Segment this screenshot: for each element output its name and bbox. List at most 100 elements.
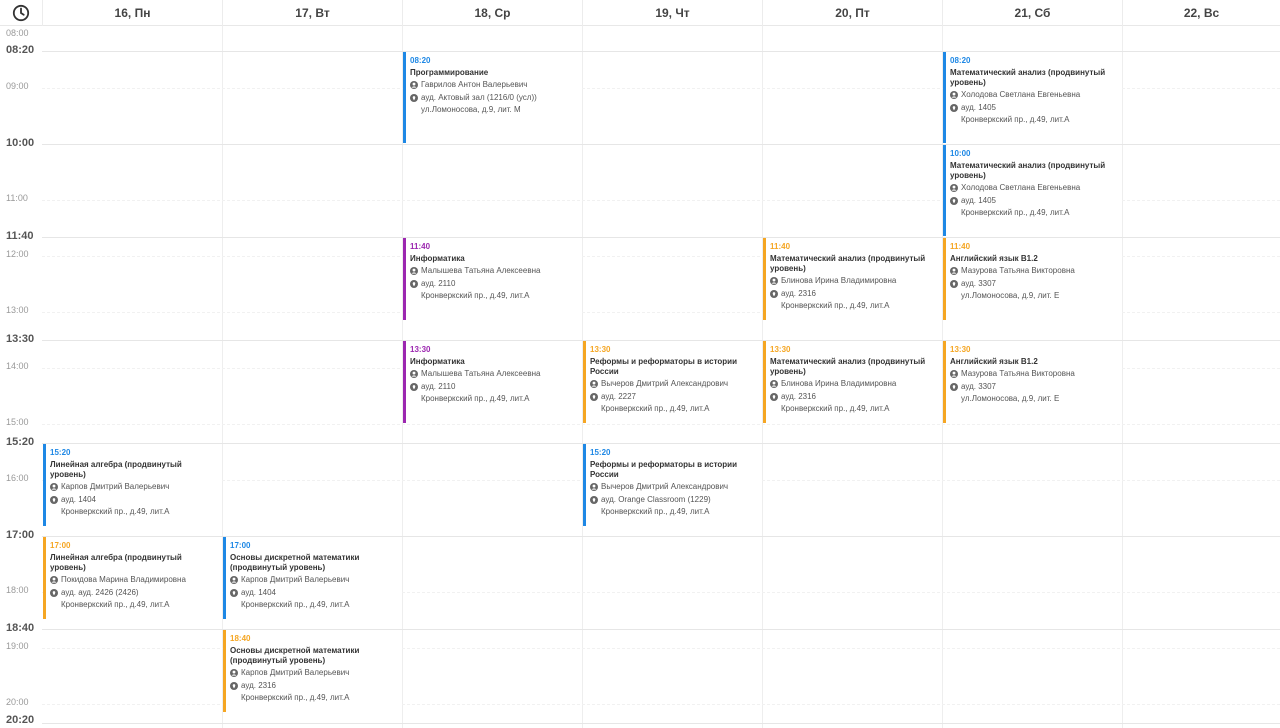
event-teacher: Вычеров Дмитрий Александрович [601, 482, 729, 491]
event-card[interactable]: 11:40 Информатика Малышева Татьяна Алексее… [403, 238, 580, 320]
event-time: 11:40 [770, 242, 791, 251]
event-room: ауд. 3307 [961, 382, 997, 391]
event-room: ауд. ауд. 2426 (2426) [61, 588, 139, 597]
day-header: 17, Вт [222, 0, 402, 26]
event-room-row: ауд. 2110 [410, 381, 576, 393]
event-title: Математический анализ (продвинутый урове… [950, 68, 1106, 87]
event-teacher-row: Мазурова Татьяна Викторовна [950, 368, 1116, 380]
event-title: Математический анализ (продвинутый урове… [950, 161, 1106, 180]
event-address: Кронверкский пр., д.49, лит.А [781, 404, 890, 413]
time-label: 13:30 [6, 333, 35, 345]
event-room: ауд. Актовый зал (1216/0 (усл)) [421, 93, 537, 102]
location-pin-icon [230, 589, 238, 597]
event-address: Кронверкский пр., д.49, лит.А [601, 404, 710, 413]
event-address: ул.Ломоносова, д.9, лит. Е [961, 394, 1060, 403]
event-room: ауд. 2227 [601, 392, 637, 401]
event-time: 17:00 [50, 541, 71, 550]
event-room: ауд. 2110 [421, 382, 456, 391]
event-room: ауд. 2316 [241, 681, 277, 690]
event-room: ауд. 3307 [961, 279, 997, 288]
time-label: 12:00 [6, 249, 29, 259]
person-icon [50, 483, 58, 491]
event-teacher-row: Блинова Ирина Владимировна [770, 378, 936, 390]
event-card[interactable]: 13:30 Информатика Малышева Татьяна Алексее… [403, 341, 580, 423]
event-time: 08:20 [410, 56, 431, 65]
event-card[interactable]: 18:40 Основы дискретной математики (продв… [223, 630, 400, 712]
event-time: 15:20 [590, 448, 611, 457]
event-time: 11:40 [410, 242, 431, 251]
event-title: Английский язык B1.2 [950, 357, 1038, 366]
event-teacher-row: Блинова Ирина Владимировна [770, 275, 936, 287]
person-icon [950, 91, 958, 99]
event-room-row: ауд. 1405 [950, 195, 1116, 207]
person-icon [950, 267, 958, 275]
time-label: 13:00 [6, 305, 29, 315]
event-card[interactable]: 13:30 Реформы и реформаторы в истории Рос… [583, 341, 760, 423]
event-address: Кронверкский пр., д.49, лит.А [421, 394, 530, 403]
event-teacher-row: Холодова Светлана Евгеньевна [950, 89, 1116, 101]
time-label: 19:00 [6, 641, 29, 651]
event-title: Линейная алгебра (продвинутый уровень) [50, 460, 182, 479]
week-calendar: 16, Пн 17, Вт 18, Ср 19, Чт 20, Пт 21, Сб 22, … [0, 0, 1280, 728]
time-label: 18:40 [6, 622, 35, 634]
time-label: 18:00 [6, 585, 29, 595]
event-card[interactable]: 10:00 Математический анализ (продвинутый … [943, 145, 1120, 236]
event-teacher-row: Вычеров Дмитрий Александрович [590, 378, 756, 390]
event-title: Математический анализ (продвинутый урове… [770, 357, 926, 376]
event-card[interactable]: 15:20 Линейная алгебра (продвинутый урове… [43, 444, 220, 526]
calendar-header: 16, Пн 17, Вт 18, Ср 19, Чт 20, Пт 21, Сб 22, … [0, 0, 1280, 26]
time-label: 15:20 [6, 436, 35, 448]
event-teacher-row: Вычеров Дмитрий Александрович [590, 481, 756, 493]
event-title: Информатика [410, 357, 465, 366]
person-icon [50, 576, 58, 584]
event-room-row: ауд. 2316 [770, 288, 936, 300]
event-teacher: Блинова Ирина Владимировна [781, 379, 897, 388]
event-time: 10:00 [950, 149, 971, 158]
event-card[interactable]: 13:30 Английский язык B1.2 Мазурова Татьян… [943, 341, 1120, 423]
event-card[interactable]: 11:40 Английский язык B1.2 Мазурова Татьян… [943, 238, 1120, 320]
event-card[interactable]: 13:30 Математический анализ (продвинутый … [763, 341, 940, 423]
event-address: Кронверкский пр., д.49, лит.А [961, 208, 1070, 217]
person-icon [590, 380, 598, 388]
event-room: ауд. 1404 [61, 495, 97, 504]
event-teacher-row: Покидова Марина Владимировна [50, 574, 216, 586]
event-teacher: Мазурова Татьяна Викторовна [961, 266, 1075, 275]
event-room: ауд. 1405 [961, 196, 997, 205]
day-header: 16, Пн [42, 0, 222, 26]
event-title: Линейная алгебра (продвинутый уровень) [50, 553, 182, 572]
event-teacher-row: Гаврилов Антон Валерьевич [410, 79, 576, 91]
event-card[interactable]: 08:20 Математический анализ (продвинутый … [943, 52, 1120, 143]
event-title: Математический анализ (продвинутый урове… [770, 254, 926, 273]
event-teacher-row: Карпов Дмитрий Валерьевич [230, 574, 396, 586]
person-icon [590, 483, 598, 491]
event-address: Кронверкский пр., д.49, лит.А [961, 115, 1070, 124]
event-time: 13:30 [770, 345, 791, 354]
person-icon [410, 370, 418, 378]
location-pin-icon [410, 383, 418, 391]
event-teacher: Блинова Ирина Владимировна [781, 276, 897, 285]
location-pin-icon [950, 104, 958, 112]
event-title: Реформы и реформаторы в истории России [590, 460, 737, 479]
event-room: ауд. 2316 [781, 289, 817, 298]
event-teacher-row: Мазурова Татьяна Викторовна [950, 265, 1116, 277]
event-time: 15:20 [50, 448, 71, 457]
event-title: Информатика [410, 254, 465, 263]
event-teacher: Карпов Дмитрий Валерьевич [241, 668, 350, 677]
time-label: 08:20 [6, 44, 35, 56]
event-address: Кронверкский пр., д.49, лит.А [781, 301, 890, 310]
grid-line [42, 424, 1280, 425]
location-pin-icon [590, 393, 598, 401]
event-address: Кронверкский пр., д.49, лит.А [61, 600, 170, 609]
event-card[interactable]: 11:40 Математический анализ (продвинутый … [763, 238, 940, 320]
event-room: ауд. Orange Classroom (1229) [601, 495, 711, 504]
clock-icon [12, 4, 30, 22]
event-card[interactable]: 15:20 Реформы и реформаторы в истории Рос… [583, 444, 760, 526]
person-icon [950, 370, 958, 378]
event-card[interactable]: 17:00 Основы дискретной математики (продв… [223, 537, 400, 619]
person-icon [770, 380, 778, 388]
event-time: 08:20 [950, 56, 971, 65]
location-pin-icon [950, 197, 958, 205]
event-card[interactable]: 08:20 Программирование Гаврилов Антон Вале… [403, 52, 580, 143]
event-time: 13:30 [590, 345, 611, 354]
event-card[interactable]: 17:00 Линейная алгебра (продвинутый урове… [43, 537, 220, 619]
